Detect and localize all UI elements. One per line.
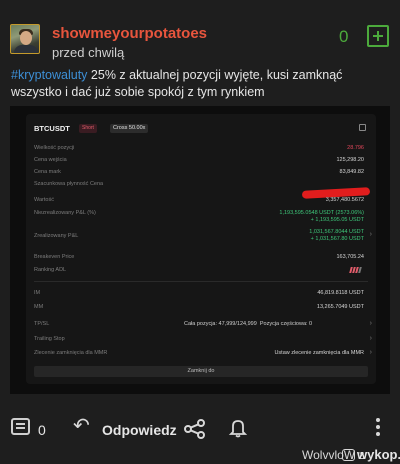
share-icon[interactable] — [184, 419, 206, 439]
row-label: Niezrealizowany P&L (%) — [34, 210, 96, 216]
action-bar: 0 ↶ Odpowiedz — [0, 412, 400, 448]
adl-indicator-icon — [349, 267, 364, 273]
row-label: Wielkość pozycji — [34, 145, 75, 151]
avatar[interactable] — [10, 24, 40, 54]
post-time: przed chwilą — [52, 45, 125, 60]
tpsl-full-text: Cała pozycja: 47,999/124,999 — [184, 321, 257, 327]
vote-count: 0 — [339, 27, 349, 46]
row-value: 125,298.20 — [336, 157, 364, 163]
row-value: 3,357,480.5672 — [325, 197, 364, 203]
tpsl-partial-text: Pozycja częściowa: 0 — [259, 321, 313, 327]
row-label: Ranking ADL — [34, 267, 67, 273]
watermark-site: wykop.pl — [357, 447, 400, 462]
row-label: Breakeven Price — [34, 254, 75, 260]
row-label: TP/SL — [34, 321, 50, 327]
reply-icon[interactable]: ↶ — [73, 416, 90, 436]
plus-vote-button[interactable] — [367, 25, 389, 47]
row-value: 1,193,595.0548 USDT (2573.06%) — [279, 210, 364, 216]
margin-badge: Cross 50.00x — [110, 124, 149, 133]
post-card: showmeyourpotatoes przed chwilą 0 #krypt… — [0, 0, 400, 464]
row-value: 13,265.7049 USDT — [316, 304, 364, 310]
chevron-right-icon: › — [369, 231, 372, 238]
short-badge: Short — [79, 124, 97, 133]
row-label: Zlecenie zamknięcia dla MMR — [34, 350, 108, 356]
watermark-author: WolvvloW z — [302, 448, 365, 462]
row-label: Cena wejścia — [34, 157, 67, 163]
chevron-right-icon: › — [369, 335, 372, 342]
chevron-right-icon: › — [369, 349, 372, 356]
row-label: Trailing Stop — [34, 336, 65, 342]
reply-button[interactable]: Odpowiedz — [102, 422, 177, 438]
divider — [34, 281, 368, 282]
row-value: 28.796 — [347, 145, 364, 151]
row-value: 1,031,567.8044 USDT — [309, 229, 364, 235]
row-value-secondary: + 1,031,567.80 USDT — [310, 236, 364, 242]
username[interactable]: showmeyourpotatoes — [52, 25, 207, 42]
tpsl-full: Cała pozycja: 47,999/124,999 Pozycja czę… — [184, 321, 312, 327]
comment-icon[interactable] — [11, 418, 30, 435]
chevron-right-icon: › — [369, 320, 372, 327]
share-icon — [359, 124, 366, 131]
row-label: IM — [34, 290, 41, 296]
hashtag-link[interactable]: #kryptowaluty — [11, 68, 87, 82]
wykop-logo-icon — [342, 449, 355, 461]
position-panel: BTCUSDT Short Cross 50.00x Wielkość pozy… — [26, 114, 376, 384]
close-position-button: Zamknij do — [34, 366, 368, 377]
row-value: 83,849.82 — [339, 169, 364, 175]
row-label: Cena mark — [34, 169, 61, 175]
row-label: MM — [34, 304, 44, 310]
embedded-screenshot[interactable]: BTCUSDT Short Cross 50.00x Wielkość pozy… — [10, 106, 390, 394]
row-label: Szacunkowa płynność Cena — [34, 181, 104, 187]
row-label: Wartość — [34, 197, 54, 203]
comment-count: 0 — [38, 422, 46, 438]
row-value-secondary: + 1,193,595.05 USDT — [310, 217, 364, 223]
post-body: #kryptowaluty 25% z aktualnej pozycji wy… — [11, 67, 391, 101]
row-value: 46,819.8118 USDT — [317, 290, 364, 296]
symbol-title: BTCUSDT — [34, 124, 70, 133]
bell-icon[interactable] — [228, 418, 248, 438]
row-value: 163,705.24 — [336, 254, 364, 260]
row-value: Ustaw zlecenie zamknięcia dla MMR — [274, 350, 364, 356]
more-options-icon[interactable] — [375, 418, 381, 438]
row-label: Zrealizowany P&L — [34, 233, 79, 239]
